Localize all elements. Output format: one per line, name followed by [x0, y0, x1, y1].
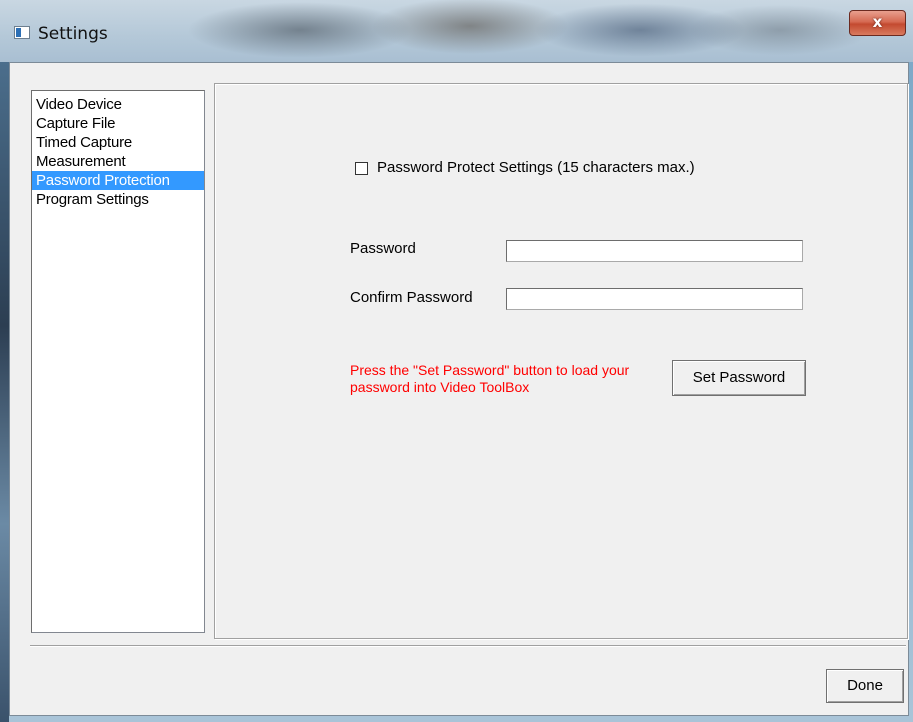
title-bar[interactable]: Settings x [0, 0, 913, 62]
set-password-button[interactable]: Set Password [672, 360, 806, 396]
nav-item-measurement[interactable]: Measurement [32, 152, 204, 171]
nav-item-timed-capture[interactable]: Timed Capture [32, 133, 204, 152]
nav-item-program-settings[interactable]: Program Settings [32, 190, 204, 209]
settings-category-list[interactable]: Video Device Capture File Timed Capture … [31, 90, 205, 633]
confirm-password-input[interactable] [506, 288, 803, 310]
password-label: Password [350, 240, 416, 257]
window-title: Settings [38, 24, 108, 44]
settings-window: Settings x Video Device Capture File Tim… [0, 0, 913, 722]
nav-item-capture-file[interactable]: Capture File [32, 114, 204, 133]
password-protect-checkbox[interactable] [355, 162, 368, 175]
window-border [0, 62, 9, 722]
password-input[interactable] [506, 240, 803, 262]
confirm-password-label: Confirm Password [350, 289, 473, 306]
close-button[interactable]: x [849, 10, 906, 36]
password-protect-label[interactable]: Password Protect Settings (15 characters… [377, 159, 695, 176]
nav-item-video-device[interactable]: Video Device [32, 95, 204, 114]
footer-divider [30, 645, 906, 647]
app-icon [14, 26, 30, 39]
nav-item-password-protection[interactable]: Password Protection [32, 171, 204, 190]
done-button[interactable]: Done [826, 669, 904, 703]
set-password-instructions: Press the "Set Password" button to load … [350, 362, 630, 395]
